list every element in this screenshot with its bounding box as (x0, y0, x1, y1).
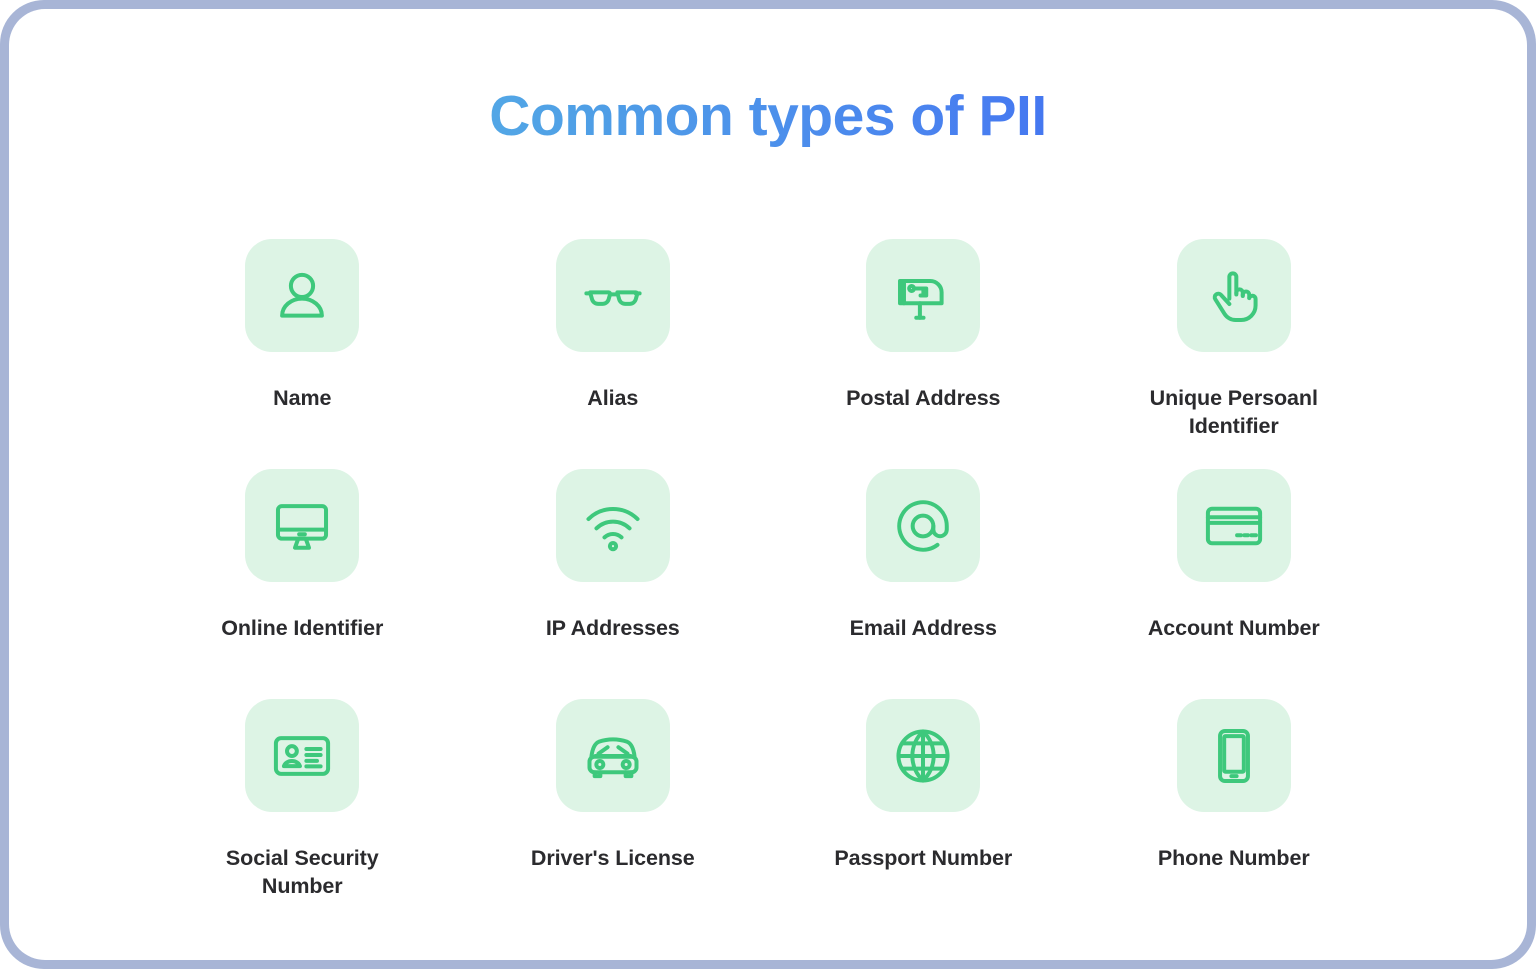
pii-item-unique-personal-identifier: Unique Persoanl Identifier (1079, 239, 1390, 469)
person-icon (280, 272, 325, 318)
mailbox-icon (898, 278, 944, 320)
pii-item-postal-address: Postal Address (768, 239, 1079, 469)
icon-tile (1176, 699, 1291, 812)
pii-item-account-number: Account Number (1079, 469, 1390, 699)
globe-icon (896, 728, 950, 783)
icon-tile (555, 469, 670, 582)
credit-card-icon (1205, 506, 1262, 545)
page-title: Common types of PII (9, 85, 1527, 148)
icon-tile (1176, 469, 1291, 582)
pii-item-label: Alias (587, 386, 639, 410)
pii-item-label: Online Identifier (221, 616, 384, 640)
pii-item-label: Name (273, 386, 332, 410)
pii-item-name: Name (147, 239, 458, 469)
pii-item-label: Account Number (1147, 616, 1320, 640)
icon-tile (555, 239, 670, 352)
pii-item-label: Phone Number (1157, 846, 1310, 870)
icon-tile (555, 699, 670, 812)
pii-item-label: Postal Address (846, 386, 1001, 410)
sunglasses-icon (584, 289, 642, 306)
pii-item-social-security-number: Social Security Number (147, 699, 458, 929)
icon-tile (245, 239, 360, 352)
pii-item-label: Passport Number (834, 846, 1013, 870)
pii-item-online-identifier: Online Identifier (147, 469, 458, 699)
pii-item-phone-number: Phone Number (1079, 699, 1390, 929)
icon-tile (1176, 239, 1291, 352)
pii-item-label: Social Security Number (225, 846, 379, 899)
pii-item-alias: Alias (458, 239, 769, 469)
wifi-icon (586, 506, 640, 551)
id-card-icon (274, 735, 331, 776)
pii-item-drivers-license: Driver's License (458, 699, 769, 929)
icon-tile (245, 469, 360, 582)
desktop-monitor-icon (276, 503, 329, 550)
outer-frame: Common types of PII Name Alias Postal Ad… (0, 0, 1536, 969)
pii-item-email-address: Email Address (768, 469, 1079, 699)
infographic-card: Common types of PII Name Alias Postal Ad… (9, 9, 1527, 960)
icon-tile (866, 239, 981, 352)
pii-item-label: Email Address (849, 616, 997, 640)
icon-tile (866, 699, 981, 812)
car-icon (587, 736, 639, 778)
icon-tile (245, 699, 360, 812)
smartphone-icon (1217, 728, 1250, 783)
pii-item-label: IP Addresses (545, 616, 680, 640)
pii-item-ip-addresses: IP Addresses (458, 469, 769, 699)
pii-item-label: Driver's License (530, 846, 695, 870)
pointing-hand-icon (1212, 270, 1258, 322)
pii-item-passport-number: Passport Number (768, 699, 1079, 929)
at-sign-icon (897, 499, 950, 552)
pii-item-label: Unique Persoanl Identifier (1149, 386, 1318, 439)
pii-types-grid: Name Alias Postal Address Unique Persoan… (147, 239, 1389, 929)
icon-tile (866, 469, 981, 582)
